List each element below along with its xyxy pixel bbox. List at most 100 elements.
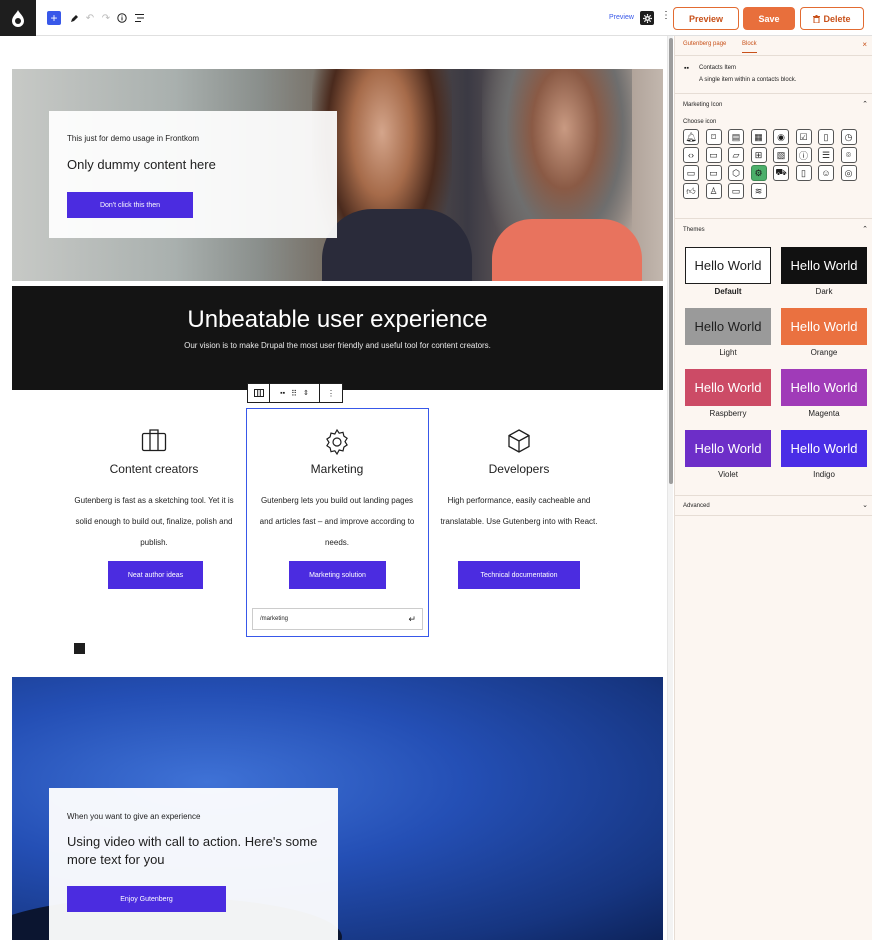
- column-button[interactable]: Marketing solution: [289, 561, 386, 589]
- link-url-value: /marketing: [260, 616, 289, 622]
- video-card: When you want to give an experience Usin…: [49, 788, 338, 940]
- preview-button[interactable]: Preview: [673, 7, 739, 30]
- camera-icon[interactable]: ◉: [773, 129, 789, 145]
- video-block[interactable]: When you want to give an experience Usin…: [12, 677, 663, 940]
- edit-pencil-icon[interactable]: [69, 10, 79, 26]
- column-description: Gutenberg is fast as a sketching tool. Y…: [74, 496, 234, 547]
- smiley-icon[interactable]: ☺: [818, 165, 834, 181]
- clipboard-icon[interactable]: ▯: [818, 129, 834, 145]
- bell-icon[interactable]: 🔔︎: [683, 129, 699, 145]
- settings-sidebar: Gutenberg page Block × ▪▪ Contacts Item …: [674, 36, 872, 940]
- editor-toolbar: + ↶ ↷ Preview ⋮ Preview Save Delete: [0, 0, 872, 36]
- chat-icon[interactable]: ▭: [683, 165, 699, 181]
- theme-swatch-magenta[interactable]: Hello World: [781, 369, 867, 406]
- video-cta-button[interactable]: Enjoy Gutenberg: [67, 886, 226, 912]
- theme-label: Dark: [815, 287, 833, 296]
- block-card: ▪▪ Contacts Item A single item within a …: [675, 57, 872, 94]
- image-icon[interactable]: ▧: [773, 147, 789, 163]
- cube-icon[interactable]: ⬡: [728, 165, 744, 181]
- theme-label: Violet: [718, 470, 738, 479]
- column-developers[interactable]: Developers High performance, easily cach…: [428, 406, 610, 636]
- themes-panel-header[interactable]: Themes ⌃: [675, 222, 872, 240]
- inserter-square[interactable]: [74, 643, 85, 654]
- tab-block[interactable]: Block: [742, 41, 757, 53]
- gift-icon[interactable]: ⊞: [750, 147, 767, 163]
- theme-swatch-default[interactable]: Hello World: [685, 247, 771, 284]
- divider: [675, 218, 872, 219]
- canvas-scrollbar[interactable]: [667, 36, 673, 940]
- gear-icon[interactable]: ⚙: [750, 165, 767, 181]
- panel-title: Advanced: [683, 503, 710, 509]
- folder-icon[interactable]: ▱: [728, 147, 744, 163]
- save-button[interactable]: Save: [743, 7, 795, 30]
- thumbs-up-icon[interactable]: 👍︎: [683, 183, 699, 199]
- hero-block[interactable]: This just for demo usage in Frontkom Onl…: [12, 69, 663, 281]
- scrollbar-thumb[interactable]: [669, 38, 673, 484]
- list-icon[interactable]: ☰: [818, 147, 834, 163]
- column-button[interactable]: Technical documentation: [458, 561, 580, 589]
- block-toolbar: ▪▪ ⠿ ⇕ ⋮: [247, 383, 343, 403]
- column-title: Marketing: [310, 462, 364, 476]
- user-icon[interactable]: ♙: [705, 183, 722, 199]
- chevron-up-icon: ⌃: [862, 101, 868, 108]
- more-options-icon[interactable]: ⋮: [661, 10, 671, 21]
- location-icon[interactable]: ⌾: [840, 147, 857, 163]
- theme-label: Light: [719, 348, 737, 357]
- theme-swatch-raspberry[interactable]: Hello World: [685, 369, 771, 406]
- column-title: Developers: [488, 462, 550, 476]
- column-description: Gutenberg lets you build out landing pag…: [259, 496, 415, 547]
- monitor-icon[interactable]: ▭: [705, 165, 722, 181]
- info-icon[interactable]: ⓘ: [795, 147, 812, 163]
- settings-gear-icon[interactable]: [640, 11, 654, 25]
- checkbox-icon[interactable]: ☑: [795, 129, 812, 145]
- banner-block[interactable]: Unbeatable user experience Our vision is…: [12, 286, 663, 390]
- tab-gutenberg-page[interactable]: Gutenberg page: [683, 41, 726, 47]
- parent-columns-icon[interactable]: [248, 384, 270, 402]
- document-icon[interactable]: ▭: [705, 147, 722, 163]
- video-eyebrow: When you want to give an experience: [67, 812, 201, 821]
- hero-cta-button[interactable]: Don't click this then: [67, 192, 193, 218]
- chevron-up-icon: ⌃: [862, 226, 868, 233]
- enter-return-icon[interactable]: ↵: [408, 614, 416, 625]
- clock-icon[interactable]: ◷: [840, 129, 857, 145]
- cube-icon: [428, 428, 610, 454]
- column-title: Content creators: [109, 462, 199, 476]
- phone-icon[interactable]: ▯: [795, 165, 812, 181]
- theme-swatch-indigo[interactable]: Hello World: [781, 430, 867, 467]
- close-sidebar-icon[interactable]: ×: [862, 40, 867, 49]
- drag-handle-icon[interactable]: ⠿: [291, 389, 297, 398]
- drupal-logo-icon[interactable]: [0, 0, 36, 36]
- advanced-panel-header[interactable]: Advanced ⌄: [675, 498, 872, 516]
- add-block-button[interactable]: +: [47, 11, 61, 25]
- redo-icon[interactable]: ↷: [101, 10, 111, 26]
- move-up-down-icon[interactable]: ⇕: [303, 389, 309, 397]
- undo-icon[interactable]: ↶: [85, 10, 95, 26]
- panel-title: Themes: [683, 227, 705, 233]
- theme-swatch-orange[interactable]: Hello World: [781, 308, 867, 345]
- target-icon[interactable]: ◎: [840, 165, 857, 181]
- delete-button[interactable]: Delete: [800, 7, 864, 30]
- choose-icon-label: Choose icon: [683, 119, 717, 125]
- calendar-icon[interactable]: ▦: [750, 129, 767, 145]
- column-marketing[interactable]: Marketing Gutenberg lets you build out l…: [246, 406, 428, 636]
- theme-swatch-light[interactable]: Hello World: [685, 308, 771, 345]
- theme-swatch-dark[interactable]: Hello World: [781, 247, 867, 284]
- wifi-icon[interactable]: ≋: [750, 183, 767, 199]
- block-options-icon[interactable]: ⋮: [320, 384, 342, 402]
- bookmark-icon[interactable]: ⌑: [705, 129, 722, 145]
- list-view-icon[interactable]: [134, 10, 144, 26]
- marketing-icon-panel-header[interactable]: Marketing Icon ⌃: [675, 97, 872, 115]
- video-title: Using video with call to action. Here's …: [67, 834, 318, 867]
- briefcase-icon[interactable]: ▤: [728, 129, 744, 145]
- column-button[interactable]: Neat author ideas: [108, 561, 203, 589]
- preview-link[interactable]: Preview: [609, 14, 634, 21]
- column-content-creators[interactable]: Content creators Gutenberg is fast as a …: [63, 406, 245, 636]
- cart-icon[interactable]: ⛟: [773, 165, 789, 181]
- block-type-icon[interactable]: ▪▪: [280, 390, 285, 397]
- theme-swatch-violet[interactable]: Hello World: [685, 430, 771, 467]
- code-icon[interactable]: ‹›: [683, 147, 699, 163]
- link-url-input[interactable]: /marketing ↵: [252, 608, 423, 630]
- video-icon[interactable]: ▭: [728, 183, 744, 199]
- info-icon[interactable]: [116, 10, 128, 26]
- delete-label: Delete: [823, 13, 851, 24]
